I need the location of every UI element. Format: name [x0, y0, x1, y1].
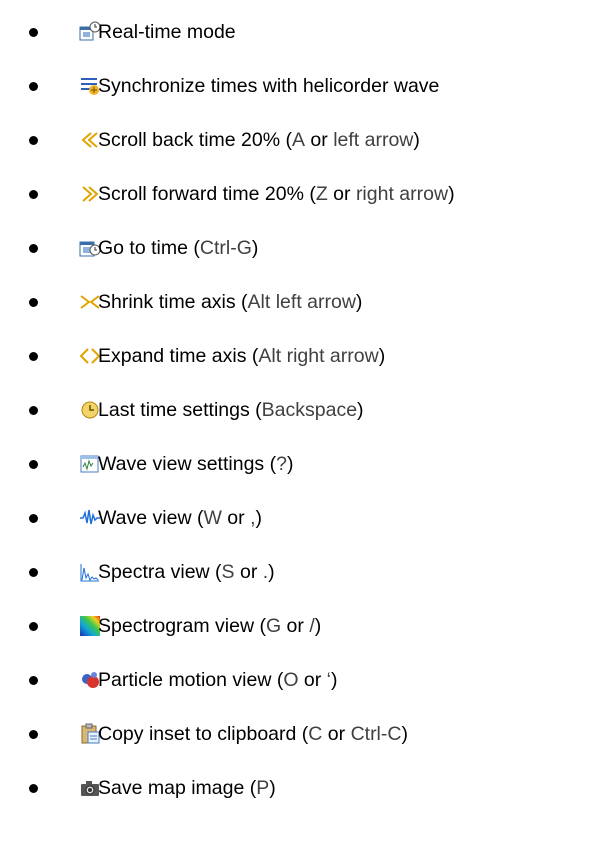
bullet: [29, 189, 38, 199]
bullet: [29, 351, 38, 361]
list-item-wave-view-settings: Wave view settings (?): [0, 444, 590, 484]
list-item-particle-motion-view: Particle motion view (O or ‘): [0, 660, 590, 700]
item-label: Scroll forward time 20% (Z or right arro…: [98, 183, 455, 205]
item-label: Scroll back time 20% (A or left arrow): [98, 129, 420, 151]
list-item-last-time-settings: Last time settings (Backspace): [0, 390, 590, 430]
item-label: Synchronize times with helicorder wave: [98, 75, 440, 97]
bullet: [29, 783, 38, 793]
bullet: [29, 675, 38, 685]
bullet: [29, 81, 38, 91]
bullet: [29, 567, 38, 577]
bullet: [29, 27, 38, 37]
bullet: [29, 297, 38, 307]
list-item-scroll-forward: Scroll forward time 20% (Z or right arro…: [0, 174, 590, 214]
bullet: [29, 513, 38, 523]
list-item-expand-time-axis: Expand time axis (Alt right arrow): [0, 336, 590, 376]
list-item-save-map-image: Save map image (P): [0, 768, 590, 808]
bullet: [29, 729, 38, 739]
list-item-go-to-time: Go to time (Ctrl-G): [0, 228, 590, 268]
item-label: Spectrogram view (G or /): [98, 615, 322, 637]
item-label: Last time settings (Backspace): [98, 399, 364, 421]
item-label: Wave view (W or ,): [98, 507, 262, 529]
item-label: Shrink time axis (Alt left arrow): [98, 291, 363, 313]
list-item-shrink-time-axis: Shrink time axis (Alt left arrow): [0, 282, 590, 322]
bullet: [29, 621, 38, 631]
list-item-spectra-view: Spectra view (S or .): [0, 552, 590, 592]
item-label: Copy inset to clipboard (C or Ctrl-C): [98, 723, 408, 745]
list-item-wave-view: Wave view (W or ,): [0, 498, 590, 538]
list-item-copy-inset: Copy inset to clipboard (C or Ctrl-C): [0, 714, 590, 754]
list-item-spectrogram-view: Spectrogram view (G or /): [0, 606, 590, 646]
item-label: Particle motion view (O or ‘): [98, 669, 338, 691]
bullet: [29, 135, 38, 145]
item-label: Expand time axis (Alt right arrow): [98, 345, 386, 367]
list-item-real-time-mode: Real-time mode: [0, 12, 590, 52]
bullet: [29, 459, 38, 469]
bullet: [29, 405, 38, 415]
list-item-synchronize-times: Synchronize times with helicorder wave: [0, 66, 590, 106]
bullet: [29, 243, 38, 253]
list-item-scroll-back: Scroll back time 20% (A or left arrow): [0, 120, 590, 160]
item-label: Real-time mode: [98, 21, 236, 43]
item-label: Wave view settings (?): [98, 453, 294, 475]
item-label: Go to time (Ctrl-G): [98, 237, 259, 259]
item-label: Spectra view (S or .): [98, 561, 275, 583]
item-label: Save map image (P): [98, 777, 276, 799]
